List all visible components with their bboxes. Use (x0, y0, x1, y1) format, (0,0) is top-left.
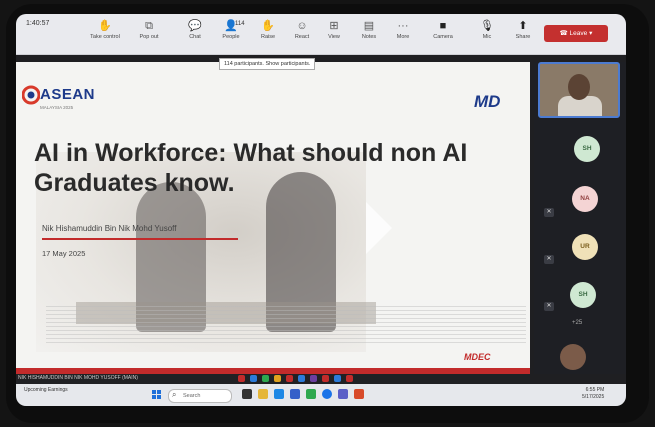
smiley-icon: ☺ (296, 20, 308, 32)
more-button[interactable]: ··· More (388, 18, 418, 50)
taskbar-clock[interactable]: 6:55 PM 5/17/2025 (582, 387, 604, 401)
chat-button[interactable]: 💬 Chat (180, 18, 210, 50)
app-icon (274, 375, 281, 382)
participant-avatar[interactable]: NA (572, 186, 598, 212)
pop-out-icon: ⧉ (145, 20, 153, 32)
divider (42, 238, 238, 240)
view-button[interactable]: ⊞ View (319, 18, 349, 50)
play-arrow-icon (366, 202, 392, 254)
phone-icon: ☎ (559, 30, 570, 37)
app-icon (262, 375, 269, 382)
notes-icon: ▤ (363, 20, 375, 32)
mic-off-icon: ✕ (544, 208, 554, 217)
app-icon (286, 375, 293, 382)
mic-off-icon: ✕ (544, 302, 554, 311)
share-button[interactable]: ⬆ Share (508, 18, 538, 50)
participant-avatar[interactable]: SH (574, 136, 600, 162)
notes-button[interactable]: ▤ Notes (354, 18, 384, 50)
app-icon[interactable] (354, 389, 364, 399)
monitor-bezel: 1:40:57 ✋ Take control ⧉ Pop out 💬 Chat … (6, 4, 649, 423)
meeting-timer: 1:40:57 (26, 20, 50, 27)
app-icon (334, 375, 341, 382)
camera-icon: ■ (439, 20, 447, 32)
take-control-button[interactable]: ✋ Take control (90, 18, 120, 50)
video-person-face (568, 74, 590, 100)
app-icon (346, 375, 353, 382)
participant-photo-avatar[interactable] (560, 344, 586, 370)
chrome-icon[interactable] (322, 389, 332, 399)
app-icon (322, 375, 329, 382)
asean-logo-subtext: MALAYSIA 2025 (40, 105, 74, 110)
participant-avatar[interactable]: SH (570, 282, 596, 308)
windows-start-icon[interactable] (152, 390, 162, 400)
weather-widget[interactable]: Upcoming Earnings (24, 387, 68, 393)
shared-slide: ASEAN MALAYSIA 2025 MD AI in Workforce: … (16, 62, 530, 374)
search-icon: ⌕ (172, 390, 177, 399)
chevron-down-icon: ▾ (587, 30, 593, 37)
meeting-status-bar: NIK HISHAMUDDIN BIN NIK MOHD YUSOFF (MAI… (16, 374, 530, 384)
app-icon[interactable] (290, 389, 300, 399)
app-icon (250, 375, 257, 382)
asean-logo-icon (22, 85, 40, 105)
edge-icon[interactable] (274, 389, 284, 399)
camera-button[interactable]: ■ Camera (428, 18, 458, 50)
share-icon: ⬆ (518, 20, 528, 32)
presenter-label: NIK HISHAMUDDIN BIN NIK MOHD YUSOFF (MAI… (18, 375, 138, 381)
presenter-name: Nik Hishamuddin Bin Nik Mohd Yusoff (42, 224, 177, 233)
slide-title: AI in Workforce: What should non AI Grad… (34, 139, 468, 197)
raise-hand-icon: ✋ (261, 20, 275, 32)
file-explorer-icon[interactable] (258, 389, 268, 399)
slide-disclaimer (46, 306, 526, 346)
raise-hand-button[interactable]: ✋ Raise (253, 18, 283, 50)
microphone-icon: 🎙 (480, 20, 494, 32)
app-icon (298, 375, 305, 382)
take-control-icon: ✋ (98, 20, 112, 32)
participants-panel: SH ✕ NA ✕ UR ✕ SH +25 (534, 62, 626, 374)
task-view-icon[interactable] (242, 389, 252, 399)
taskbar-search-input[interactable]: Search (168, 389, 232, 403)
participant-avatar[interactable]: UR (572, 234, 598, 260)
presentation-date: 17 May 2025 (42, 249, 86, 258)
asean-logo-text: ASEAN (40, 86, 96, 103)
app-icon[interactable] (306, 389, 316, 399)
teams-icon[interactable] (338, 389, 348, 399)
chat-icon: 💬 (188, 20, 202, 32)
presenter-video[interactable] (538, 62, 620, 118)
screen: 1:40:57 ✋ Take control ⧉ Pop out 💬 Chat … (16, 14, 626, 406)
mic-button[interactable]: 🎙 Mic (472, 18, 502, 50)
ellipsis-icon: ··· (397, 20, 409, 32)
participants-tooltip: 114 participants. Show participants. (219, 58, 316, 70)
participant-count: 114 (235, 21, 245, 27)
pop-out-button[interactable]: ⧉ Pop out (134, 18, 164, 50)
more-participants-label[interactable]: +25 (572, 320, 582, 326)
md-logo: MD (474, 92, 501, 111)
grid-icon: ⊞ (329, 20, 339, 32)
meeting-toolbar: 1:40:57 ✋ Take control ⧉ Pop out 💬 Chat … (16, 14, 626, 55)
leave-button[interactable]: ☎ Leave ▾ (544, 25, 608, 42)
record-icon (238, 375, 245, 382)
react-button[interactable]: ☺ React (287, 18, 317, 50)
windows-taskbar: Upcoming Earnings Search ⌕ 6:55 PM 5/17/… (16, 384, 626, 406)
app-icon (310, 375, 317, 382)
mdec-logo: MDEC (464, 352, 491, 362)
people-button[interactable]: 👤 114 People (216, 18, 246, 50)
mic-off-icon: ✕ (544, 255, 554, 264)
